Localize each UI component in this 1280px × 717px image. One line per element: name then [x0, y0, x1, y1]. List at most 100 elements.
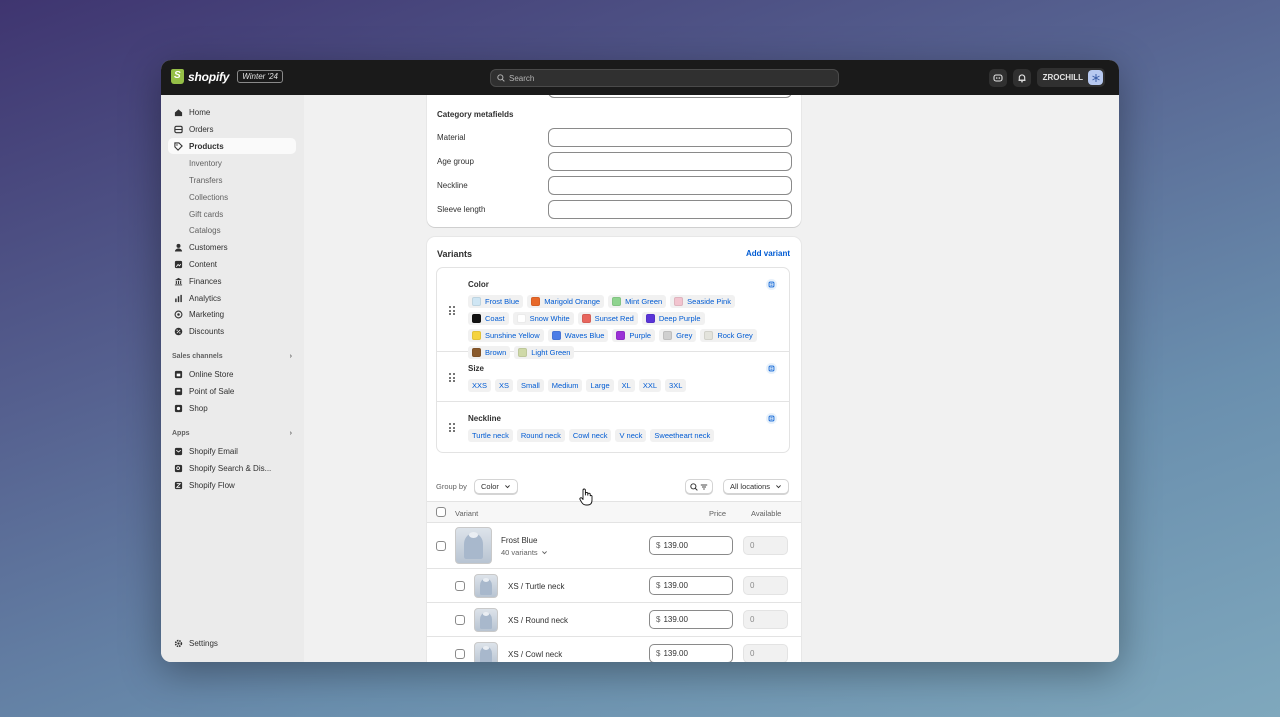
value-chip[interactable]: Grey [659, 329, 697, 342]
row-checkbox[interactable] [436, 541, 446, 551]
sidebar-item-customers[interactable]: Customers [168, 239, 296, 255]
store-menu-button[interactable]: ZROCHILL [1036, 68, 1105, 87]
value-chip[interactable]: Seaside Pink [670, 295, 735, 308]
shop-app-icon [174, 404, 183, 413]
sidebar-item-content[interactable]: Content [168, 256, 296, 272]
shopify-logo[interactable]: shopify Winter '24 [171, 69, 283, 84]
add-variant-link[interactable]: Add variant [746, 249, 790, 258]
sidebar-item-shopify-email[interactable]: Shopify Email [168, 443, 296, 459]
age-group-input[interactable] [548, 152, 792, 171]
locations-select[interactable]: All locations [723, 479, 790, 494]
search-app-icon [174, 464, 183, 473]
sidebar-item-label: Settings [189, 638, 218, 648]
sidebar-subitem-transfers[interactable]: Transfers [189, 172, 223, 188]
sidebar-subitem-catalogs[interactable]: Catalogs [189, 222, 221, 238]
value-chip[interactable]: Purple [612, 329, 656, 342]
value-chip[interactable]: XXS [468, 379, 492, 392]
sleeve-length-input[interactable] [548, 200, 792, 219]
value-chip[interactable]: Waves Blue [547, 329, 609, 342]
value-chip[interactable]: Mint Green [608, 295, 667, 308]
group-by-select[interactable]: Color [474, 479, 518, 494]
notifications-button[interactable] [1012, 68, 1031, 87]
sidebar-item-online-store[interactable]: Online Store [168, 366, 296, 382]
price-input[interactable]: $139.00 [649, 610, 733, 629]
variant-group-row[interactable]: Frost Blue 40 variants $139.00 0 [427, 523, 801, 569]
row-checkbox[interactable] [455, 615, 465, 625]
value-chip[interactable]: V neck [615, 429, 647, 442]
sidebar-item-home[interactable]: Home [168, 104, 296, 120]
value-chip[interactable]: Large [586, 379, 614, 392]
value-chip[interactable]: Rock Grey [700, 329, 757, 342]
sidebar-item-shop[interactable]: Shop [168, 400, 296, 416]
previous-field-input[interactable] [548, 95, 792, 98]
edit-icon [768, 281, 775, 288]
value-chip[interactable]: XL [617, 379, 635, 392]
sidekick-button[interactable] [988, 68, 1007, 87]
sidebar-item-finances[interactable]: Finances [168, 273, 296, 289]
sidebar-subitem-collections[interactable]: Collections [189, 189, 228, 205]
value-chip[interactable]: Round neck [516, 429, 565, 442]
search-input[interactable] [509, 73, 809, 83]
sidebar-item-products[interactable]: Products [168, 138, 296, 154]
value-chip[interactable]: 3XL [665, 379, 687, 392]
sidebar-subitem-gift-cards[interactable]: Gift cards [189, 206, 223, 222]
home-icon [174, 108, 183, 117]
value-chip[interactable]: Sunshine Yellow [468, 329, 544, 342]
sidebar-item-marketing[interactable]: Marketing [168, 306, 296, 322]
value-chip[interactable]: Deep Purple [641, 312, 705, 325]
sidebar-item-point-of-sale[interactable]: Point of Sale [168, 383, 296, 399]
sidebar-item-discounts[interactable]: Discounts [168, 323, 296, 339]
sidebar-item-shopify-search[interactable]: Shopify Search & Dis... [168, 460, 296, 476]
variant-row[interactable]: XS / Round neck $139.00 0 [427, 603, 801, 637]
value-chip[interactable]: Snow White [512, 312, 574, 325]
price-input[interactable]: $139.00 [649, 644, 733, 662]
value-chip[interactable]: Small [517, 379, 544, 392]
product-thumbnail [474, 574, 498, 598]
value-chip[interactable]: Coast [468, 312, 509, 325]
value-chip[interactable]: Frost Blue [468, 295, 524, 308]
sidebar-item-label: Finances [189, 276, 222, 286]
value-chip[interactable]: Medium [547, 379, 583, 392]
sidebar-item-orders[interactable]: Orders [168, 121, 296, 137]
search-filter-button[interactable] [685, 479, 713, 494]
material-input[interactable] [548, 128, 792, 147]
price-input[interactable]: $139.00 [649, 536, 733, 555]
apps-header[interactable]: Apps › [172, 430, 292, 437]
value-chip[interactable]: Turtle neck [468, 429, 513, 442]
row-checkbox[interactable] [455, 649, 465, 659]
variant-row[interactable]: XS / Cowl neck $139.00 0 [427, 637, 801, 662]
sidebar-item-analytics[interactable]: Analytics [168, 290, 296, 306]
select-all-checkbox[interactable] [436, 507, 446, 517]
row-checkbox[interactable] [455, 581, 465, 591]
drag-handle-icon[interactable] [449, 423, 455, 432]
sidebar-subitem-inventory[interactable]: Inventory [189, 155, 222, 171]
value-chip[interactable]: Cowl neck [568, 429, 612, 442]
bar-chart-icon [174, 294, 183, 303]
option-color[interactable]: Color Frost Blue Marigold Orange Mint Gr… [437, 268, 789, 359]
variant-options-list: Color Frost Blue Marigold Orange Mint Gr… [436, 267, 790, 453]
sidebar-item-shopify-flow[interactable]: Shopify Flow [168, 477, 296, 493]
value-chip[interactable]: Sunset Red [577, 312, 638, 325]
edit-option-button[interactable] [766, 279, 777, 290]
edit-option-button[interactable] [766, 413, 777, 424]
value-chip[interactable]: XXL [638, 379, 662, 392]
price-input[interactable]: $139.00 [649, 576, 733, 595]
value-chip[interactable]: Sweetheart neck [650, 429, 715, 442]
option-name: Size [468, 364, 485, 373]
search-icon [497, 74, 505, 82]
variant-name: XS / Cowl neck [508, 650, 563, 659]
drag-handle-icon[interactable] [449, 306, 455, 315]
edit-option-button[interactable] [766, 363, 777, 374]
drag-handle-icon[interactable] [449, 373, 455, 382]
sales-channels-header[interactable]: Sales channels › [172, 353, 292, 360]
variant-count-toggle[interactable]: 40 variants [501, 548, 548, 557]
neckline-input[interactable] [548, 176, 792, 195]
sidebar-item-settings[interactable]: Settings [168, 635, 296, 651]
search-bar[interactable] [490, 69, 839, 87]
value-chip[interactable]: XS [495, 379, 514, 392]
variant-row[interactable]: XS / Turtle neck $139.00 0 [427, 569, 801, 603]
sidebar-item-label: Home [189, 107, 211, 117]
option-size[interactable]: Size XXS XS Small Medium Large XL XXL 3X… [437, 352, 789, 402]
value-chip[interactable]: Marigold Orange [527, 295, 605, 308]
option-neckline[interactable]: Neckline Turtle neck Round neck Cowl nec… [437, 402, 789, 452]
